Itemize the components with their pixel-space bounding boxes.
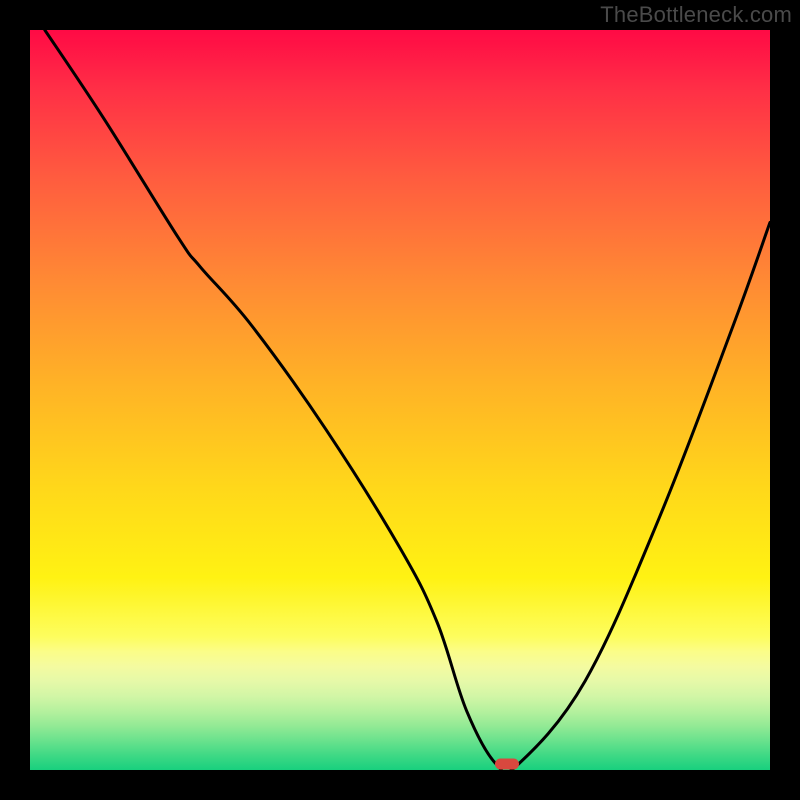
watermark-text: TheBottleneck.com <box>600 2 792 28</box>
plot-area <box>30 30 770 770</box>
curve-svg <box>30 30 770 770</box>
bottleneck-curve-path <box>45 30 770 770</box>
optimum-marker <box>495 759 519 770</box>
chart-frame: TheBottleneck.com <box>0 0 800 800</box>
